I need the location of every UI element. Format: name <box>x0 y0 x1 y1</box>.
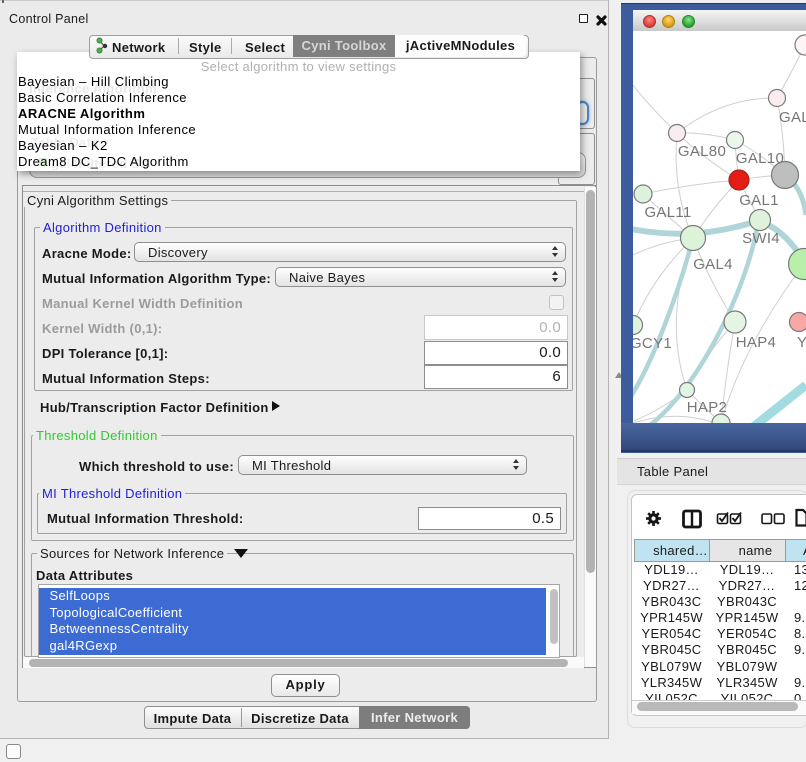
svg-text:GAL10: GAL10 <box>736 150 784 167</box>
svg-text:HAP2: HAP2 <box>687 399 727 416</box>
svg-text:GAL80: GAL80 <box>678 143 726 160</box>
svg-text:SWI4: SWI4 <box>742 230 780 247</box>
svg-text:GCY1: GCY1 <box>633 335 672 352</box>
svg-text:GAL7: GAL7 <box>779 109 806 126</box>
svg-text:GAL1: GAL1 <box>739 192 779 209</box>
svg-text:Y: Y <box>797 334 806 351</box>
svg-text:HAP4: HAP4 <box>736 334 776 351</box>
svg-text:GAL11: GAL11 <box>644 204 691 221</box>
svg-text:GAL4: GAL4 <box>693 256 733 273</box>
